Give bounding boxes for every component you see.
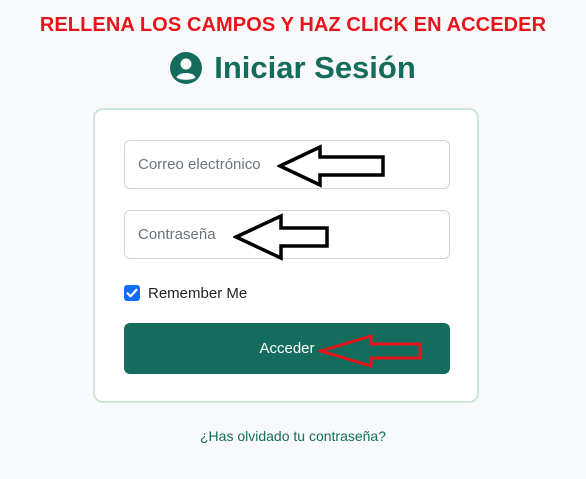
submit-arrow-icon [318, 333, 422, 369]
login-button-label: Acceder [259, 340, 315, 357]
instruction-banner: RELLENA LOS CAMPOS Y HAZ CLICK EN ACCEDE… [39, 14, 547, 36]
remember-me-checkbox[interactable] [124, 285, 140, 301]
email-arrow-icon [277, 144, 385, 188]
password-placeholder: Contraseña [138, 226, 216, 243]
page-title: Iniciar Sesión [214, 50, 416, 85]
forgot-password-link[interactable]: ¿Has olvidado tu contraseña? [0, 428, 586, 444]
email-placeholder: Correo electrónico [138, 156, 261, 173]
remember-me-label[interactable]: Remember Me [148, 285, 247, 302]
password-arrow-icon [233, 213, 329, 261]
user-circle-icon [170, 52, 203, 84]
page-header: Iniciar Sesión [0, 50, 586, 86]
